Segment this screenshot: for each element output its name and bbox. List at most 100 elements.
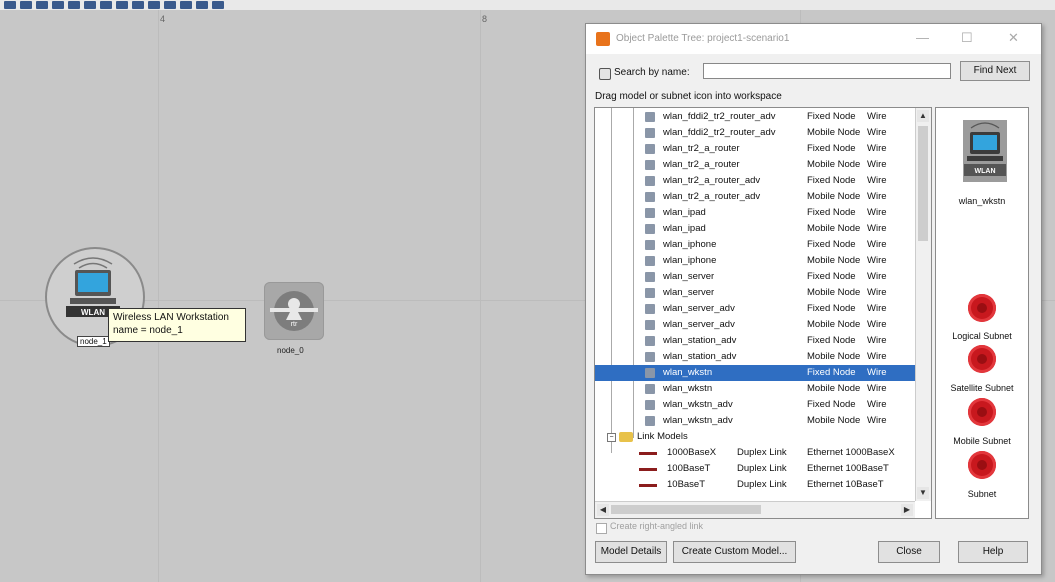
router-node[interactable]: rtr <box>264 282 324 340</box>
scroll-down-icon[interactable]: ▼ <box>917 487 929 499</box>
search-input[interactable] <box>703 63 951 79</box>
palette-row[interactable]: wlan_server Mobile Node Wire <box>595 285 915 301</box>
palette-row[interactable]: wlan_iphone Mobile Node Wire <box>595 253 915 269</box>
toolbar-button[interactable] <box>148 1 160 9</box>
create-custom-model-button[interactable]: Create Custom Model... <box>673 541 796 563</box>
model-name: wlan_iphone <box>663 255 717 266</box>
model-type: Fixed Node <box>807 399 856 410</box>
link-model-row[interactable]: 100BaseT Duplex Link Ethernet 100BaseT <box>595 461 915 477</box>
tooltip-line: name = node_1 <box>113 325 183 336</box>
horizontal-scrollbar[interactable]: ◀ ▶ <box>595 501 915 518</box>
model-name: wlan_tr2_a_router_adv <box>663 191 761 202</box>
palette-row[interactable]: wlan_tr2_a_router Mobile Node Wire <box>595 157 915 173</box>
palette-row[interactable]: wlan_ipad Mobile Node Wire <box>595 221 915 237</box>
palette-row[interactable]: wlan_tr2_a_router Fixed Node Wire <box>595 141 915 157</box>
node-model-icon <box>645 304 655 314</box>
palette-row[interactable]: wlan_tr2_a_router_adv Mobile Node Wire <box>595 189 915 205</box>
close-button[interactable]: Close <box>878 541 940 563</box>
satellite-subnet-icon[interactable] <box>968 345 996 373</box>
wlan-workstation-icon[interactable]: WLAN <box>963 120 1007 182</box>
app-icon <box>596 32 610 46</box>
toolbar-button[interactable] <box>84 1 96 9</box>
toolbar-button[interactable] <box>20 1 32 9</box>
palette-row[interactable]: wlan_fddi2_tr2_router_adv Mobile Node Wire <box>595 125 915 141</box>
node-model-icon <box>645 128 655 138</box>
toolbar-button[interactable] <box>164 1 176 9</box>
link-type: Duplex Link <box>737 447 787 458</box>
toolbar-button[interactable] <box>52 1 64 9</box>
model-type: Fixed Node <box>807 271 856 282</box>
toolbar-button[interactable] <box>132 1 144 9</box>
toolbar-button[interactable] <box>68 1 80 9</box>
logical-subnet-icon[interactable] <box>968 294 996 322</box>
collapse-icon[interactable]: − <box>607 433 616 442</box>
model-name: wlan_server <box>663 271 715 282</box>
close-icon[interactable]: ✕ <box>1008 30 1019 46</box>
right-angled-link-checkbox[interactable] <box>596 523 607 534</box>
model-details-button[interactable]: Model Details <box>595 541 667 563</box>
link-models-folder[interactable]: − Link Models <box>595 429 915 445</box>
palette-row[interactable]: wlan_wkstn_adv Fixed Node Wire <box>595 397 915 413</box>
maximize-icon[interactable]: ☐ <box>961 30 973 46</box>
node-model-icon <box>645 192 655 202</box>
scroll-thumb[interactable] <box>918 126 928 241</box>
link-tech: Ethernet 1000BaseX <box>807 447 895 458</box>
model-type: Mobile Node <box>807 223 861 234</box>
palette-row[interactable]: wlan_station_adv Fixed Node Wire <box>595 333 915 349</box>
model-tech: Wire <box>867 255 887 266</box>
palette-row[interactable]: wlan_iphone Fixed Node Wire <box>595 237 915 253</box>
toolbar-button[interactable] <box>100 1 112 9</box>
model-tech: Wire <box>867 367 887 378</box>
palette-row[interactable]: wlan_tr2_a_router_adv Fixed Node Wire <box>595 173 915 189</box>
link-icon <box>639 484 657 487</box>
toolbar-button[interactable] <box>36 1 48 9</box>
mobile-subnet-icon[interactable] <box>968 398 996 426</box>
palette-row[interactable]: wlan_server_adv Mobile Node Wire <box>595 317 915 333</box>
link-model-row[interactable]: 1000BaseX Duplex Link Ethernet 1000BaseX <box>595 445 915 461</box>
toolbar-button[interactable] <box>116 1 128 9</box>
palette-row[interactable]: wlan_ipad Fixed Node Wire <box>595 205 915 221</box>
model-name: wlan_server_adv <box>663 319 735 330</box>
model-type: Fixed Node <box>807 239 856 250</box>
drag-hint: Drag model or subnet icon into workspace <box>595 91 782 102</box>
minimize-icon[interactable]: — <box>916 30 929 45</box>
scroll-left-icon[interactable]: ◀ <box>597 504 609 516</box>
palette-row[interactable]: wlan_wkstn Fixed Node Wire <box>595 365 915 381</box>
help-button[interactable]: Help <box>958 541 1028 563</box>
model-tech: Wire <box>867 415 887 426</box>
scroll-thumb[interactable] <box>611 505 761 514</box>
node-model-icon <box>645 384 655 394</box>
scroll-up-icon[interactable]: ▲ <box>917 110 929 122</box>
subnet-icon[interactable] <box>968 451 996 479</box>
node-model-icon <box>645 160 655 170</box>
toolbar-button[interactable] <box>4 1 16 9</box>
model-tech: Wire <box>867 335 887 346</box>
tooltip-line: Wireless LAN Workstation <box>113 312 229 323</box>
palette-tree[interactable]: wlan_fddi2_tr2_router_adv Fixed Node Wire w… <box>594 107 932 519</box>
model-type: Fixed Node <box>807 367 856 378</box>
palette-row[interactable]: wlan_wkstn Mobile Node Wire <box>595 381 915 397</box>
model-type: Mobile Node <box>807 383 861 394</box>
toolbar-button[interactable] <box>196 1 208 9</box>
model-type: Mobile Node <box>807 351 861 362</box>
vertical-scrollbar[interactable]: ▲ ▼ <box>915 108 931 501</box>
palette-row[interactable]: wlan_wkstn_adv Mobile Node Wire <box>595 413 915 429</box>
node-model-icon <box>645 112 655 122</box>
find-next-button[interactable]: Find Next <box>960 61 1030 81</box>
link-name: 10BaseT <box>667 479 706 490</box>
model-name: wlan_iphone <box>663 239 717 250</box>
link-model-row[interactable]: 10BaseT Duplex Link Ethernet 10BaseT <box>595 477 915 493</box>
model-tech: Wire <box>867 383 887 394</box>
toolbar-button[interactable] <box>180 1 192 9</box>
router-badge: rtr <box>291 321 298 328</box>
palette-row[interactable]: wlan_station_adv Mobile Node Wire <box>595 349 915 365</box>
dialog-titlebar[interactable]: Object Palette Tree: project1-scenario1 … <box>586 24 1041 54</box>
node-model-icon <box>645 240 655 250</box>
palette-row[interactable]: wlan_server_adv Fixed Node Wire <box>595 301 915 317</box>
palette-row[interactable]: wlan_server Fixed Node Wire <box>595 269 915 285</box>
toolbar-button[interactable] <box>212 1 224 9</box>
scroll-right-icon[interactable]: ▶ <box>901 504 913 516</box>
model-name: wlan_server_adv <box>663 303 735 314</box>
model-name: wlan_wkstn_adv <box>663 415 733 426</box>
palette-row[interactable]: wlan_fddi2_tr2_router_adv Fixed Node Wire <box>595 109 915 125</box>
